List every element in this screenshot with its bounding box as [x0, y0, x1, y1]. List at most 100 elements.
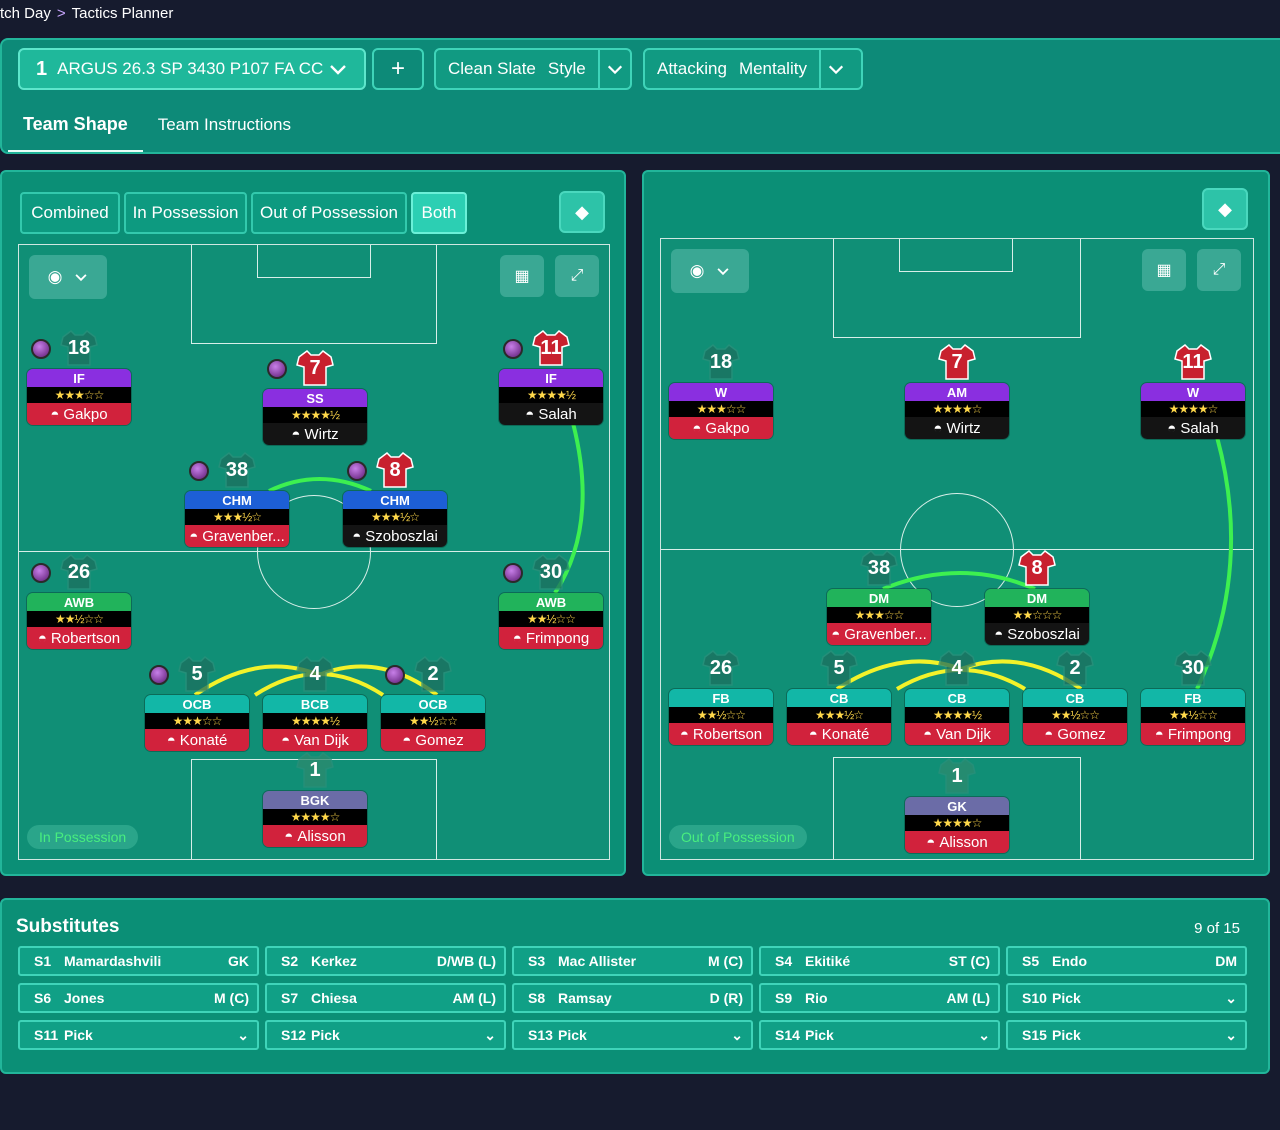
substitute-slot-s8[interactable]: S8 Ramsay D (R) — [512, 983, 753, 1013]
player-card-alisson[interactable]: BGK ★★★★☆ ◓ Alisson — [263, 791, 367, 847]
substitute-slot-s10[interactable]: S10 Pick ⌄ — [1006, 983, 1247, 1013]
sub-player-name: Pick — [311, 1027, 340, 1043]
substitute-slot-s13[interactable]: S13 Pick ⌄ — [512, 1020, 753, 1050]
player-card-alisson[interactable]: GK ★★★★☆ ◓ Alisson — [905, 797, 1009, 853]
player-avatar-icon: ◓ — [525, 405, 535, 423]
player-name: Van Dijk — [936, 725, 991, 743]
player-card-salah[interactable]: IF ★★★★½ ◓ Salah — [499, 369, 603, 425]
tab-team-shape[interactable]: Team Shape — [8, 98, 143, 152]
substitute-slot-s5[interactable]: S5 Endo DM — [1006, 946, 1247, 976]
style-value: Clean Slate — [448, 59, 536, 78]
breadcrumb-match-day[interactable]: tch Day — [0, 5, 51, 22]
chevron-down-icon[interactable] — [818, 50, 851, 88]
mentality-dropdown[interactable]: Attacking Mentality — [643, 48, 863, 90]
kit-11-icon: 11 — [531, 329, 571, 367]
role-stars: ★★★☆☆ — [669, 401, 773, 417]
player-card-konat[interactable]: OCB ★★★☆☆ ◓ Konaté — [145, 695, 249, 751]
player-card-gakpo[interactable]: W ★★★☆☆ ◓ Gakpo — [669, 383, 773, 439]
player-name-row: ◓ Szoboszlai — [985, 623, 1089, 645]
sub-player-name: Pick — [1052, 990, 1081, 1006]
substitute-slot-s11[interactable]: S11 Pick ⌄ — [18, 1020, 259, 1050]
player-name-row: ◓ Alisson — [905, 831, 1009, 853]
role-stars: ★★★☆☆ — [827, 607, 931, 623]
individual-instructions-icon[interactable] — [347, 461, 367, 481]
sub-player-name: Pick — [1052, 1027, 1081, 1043]
style-dropdown[interactable]: Clean Slate Style — [434, 48, 632, 90]
shirt-number: 5 — [833, 656, 845, 679]
player-name-row: ◓ Konaté — [145, 729, 249, 751]
chevron-down-icon[interactable] — [597, 50, 630, 88]
sub-position: ST (C) — [948, 953, 990, 969]
individual-instructions-icon[interactable] — [189, 461, 209, 481]
player-card-gakpo[interactable]: IF ★★★☆☆ ◓ Gakpo — [27, 369, 131, 425]
player-card-szoboszlai[interactable]: DM ★★☆☆☆ ◓ Szoboszlai — [985, 589, 1089, 645]
player-name-row: ◓ Robertson — [27, 627, 131, 649]
substitute-slot-s15[interactable]: S15 Pick ⌄ — [1006, 1020, 1247, 1050]
player-card-szoboszlai[interactable]: CHM ★★★½☆ ◓ Szoboszlai — [343, 491, 447, 547]
player-role: SS — [263, 389, 367, 407]
player-card-gomez[interactable]: CB ★★½☆☆ ◓ Gomez — [1023, 689, 1127, 745]
substitute-slot-s4[interactable]: S4 Ekitiké ST (C) — [759, 946, 1000, 976]
in-possession-panel: Combined In Possession Out of Possession… — [0, 170, 626, 876]
player-card-gravenber[interactable]: CHM ★★★½☆ ◓ Gravenber... — [185, 491, 289, 547]
player-card-vandijk[interactable]: BCB ★★★★½ ◓ Van Dijk — [263, 695, 367, 751]
substitute-slot-s1[interactable]: S1 Mamardashvili GK — [18, 946, 259, 976]
individual-instructions-icon[interactable] — [503, 563, 523, 583]
substitute-slot-s9[interactable]: S9 Rio AM (L) — [759, 983, 1000, 1013]
tactic-selector[interactable]: 1 ARGUS 26.3 SP 3430 P107 FA CC — [18, 48, 366, 90]
player-card-konat[interactable]: CB ★★★½☆ ◓ Konaté — [787, 689, 891, 745]
substitute-slot-s3[interactable]: S3 Mac Allister M (C) — [512, 946, 753, 976]
sub-position: M (C) — [708, 953, 743, 969]
player-name-row: ◓ Van Dijk — [905, 723, 1009, 745]
individual-instructions-icon[interactable] — [149, 665, 169, 685]
player-avatar-icon: ◓ — [284, 827, 294, 845]
player-card-wirtz[interactable]: SS ★★★★½ ◓ Wirtz — [263, 389, 367, 445]
player-avatar-icon: ◓ — [166, 731, 176, 749]
role-stars: ★★★★☆ — [905, 401, 1009, 417]
view-out-of-possession-button[interactable]: Out of Possession — [251, 192, 407, 234]
substitutes-panel: Substitutes 9 of 15 S1 Mamardashvili GK S2 K… — [0, 898, 1270, 1074]
player-name: Konaté — [821, 725, 870, 743]
individual-instructions-icon[interactable] — [31, 339, 51, 359]
player-card-robertson[interactable]: FB ★★½☆☆ ◓ Robertson — [669, 689, 773, 745]
player-card-salah[interactable]: W ★★★★☆ ◓ Salah — [1141, 383, 1245, 439]
player-name: Frimpong — [1167, 725, 1232, 743]
substitute-slot-s7[interactable]: S7 Chiesa AM (L) — [265, 983, 506, 1013]
player-card-frimpong[interactable]: FB ★★½☆☆ ◓ Frimpong — [1141, 689, 1245, 745]
shirt-number: 11 — [540, 336, 562, 359]
player-card-wirtz[interactable]: AM ★★★★☆ ◓ Wirtz — [905, 383, 1009, 439]
individual-instructions-icon[interactable] — [503, 339, 523, 359]
substitute-slot-s14[interactable]: S14 Pick ⌄ — [759, 1020, 1000, 1050]
tab-team-instructions[interactable]: Team Instructions — [143, 98, 306, 152]
player-card-gomez[interactable]: OCB ★★½☆☆ ◓ Gomez — [381, 695, 485, 751]
set-piece-icon[interactable]: ◆ — [559, 191, 605, 233]
add-tactic-button[interactable]: + — [372, 48, 424, 90]
view-combined-button[interactable]: Combined — [20, 192, 120, 234]
substitutes-title: Substitutes — [16, 916, 120, 937]
role-stars: ★★★★½ — [905, 707, 1009, 723]
shirt-number: 4 — [309, 662, 321, 685]
player-card-robertson[interactable]: AWB ★★½☆☆ ◓ Robertson — [27, 593, 131, 649]
role-stars: ★★★★☆ — [1141, 401, 1245, 417]
sub-position: AM (L) — [946, 990, 990, 1006]
sub-player-name: Pick — [805, 1027, 834, 1043]
player-card-vandijk[interactable]: CB ★★★★½ ◓ Van Dijk — [905, 689, 1009, 745]
sub-slot-label: S8 — [528, 990, 546, 1006]
player-card-gravenber[interactable]: DM ★★★☆☆ ◓ Gravenber... — [827, 589, 931, 645]
player-name-row: ◓ Gakpo — [669, 417, 773, 439]
sub-slot-label: S6 — [34, 990, 52, 1006]
substitute-slot-s6[interactable]: S6 Jones M (C) — [18, 983, 259, 1013]
view-both-button[interactable]: Both — [411, 192, 467, 234]
player-card-frimpong[interactable]: AWB ★★½☆☆ ◓ Frimpong — [499, 593, 603, 649]
substitute-slot-s2[interactable]: S2 Kerkez D/WB (L) — [265, 946, 506, 976]
sub-player-name: Mamardashvili — [64, 953, 162, 969]
individual-instructions-icon[interactable] — [31, 563, 51, 583]
kit-5-icon: 5 — [177, 655, 217, 693]
kit-26-icon: 26 — [701, 649, 741, 687]
individual-instructions-icon[interactable] — [385, 665, 405, 685]
view-in-possession-button[interactable]: In Possession — [124, 192, 247, 234]
substitute-slot-s12[interactable]: S12 Pick ⌄ — [265, 1020, 506, 1050]
individual-instructions-icon[interactable] — [267, 359, 287, 379]
set-piece-icon[interactable]: ◆ — [1202, 188, 1248, 230]
tactics-tabs: Team Shape Team Instructions — [8, 98, 306, 152]
